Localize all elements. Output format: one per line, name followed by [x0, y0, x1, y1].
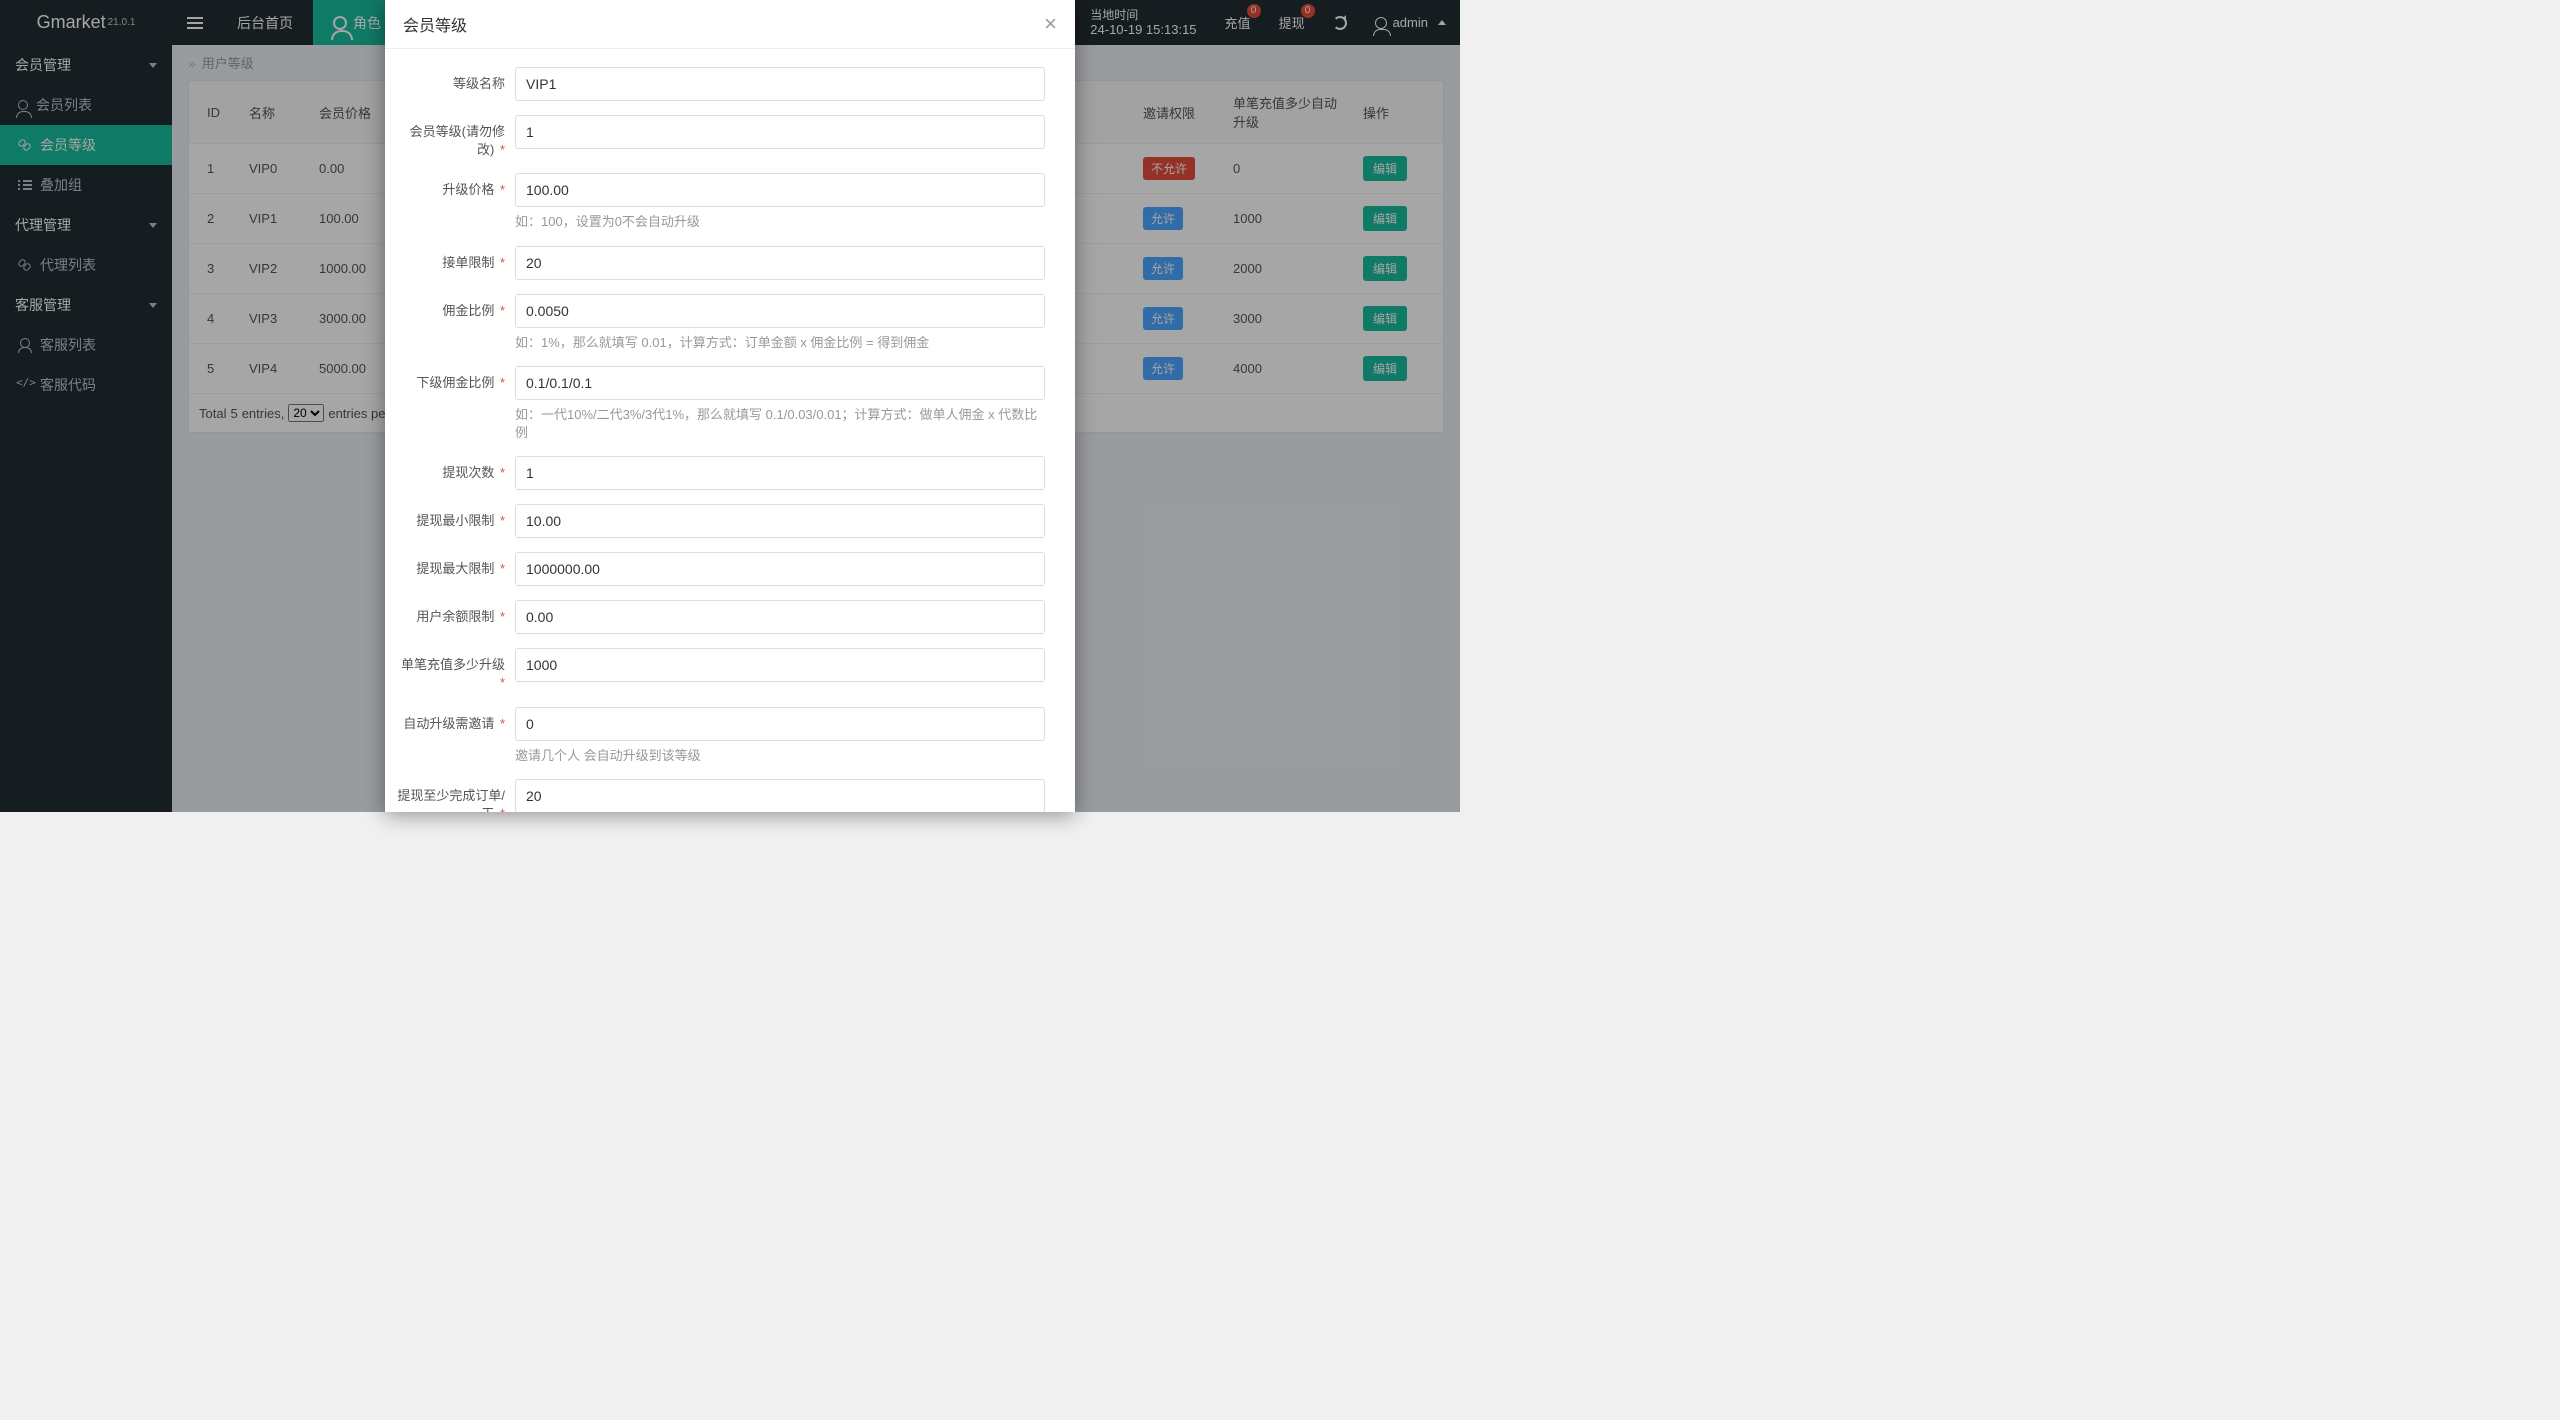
form-label: 接单限制 * — [395, 246, 515, 272]
form-field — [515, 504, 1045, 538]
form-row-subCommission: 下级佣金比例 *如：一代10%/二代3%/3代1%，那么就填写 0.1/0.03… — [395, 366, 1045, 442]
form-row-minOrderWithdraw: 提现至少完成订单/天 *提现需要完成 几笔订单才开提现 / 天 — [395, 779, 1045, 812]
form-label: 单笔充值多少升级 * — [395, 648, 515, 692]
input-withdrawMin[interactable] — [515, 504, 1045, 538]
form-row-memberLevel: 会员等级(请勿修改) * — [395, 115, 1045, 159]
form-row-autoUpInvite: 自动升级需邀请 *邀请几个人 会自动升级到该等级 — [395, 707, 1045, 765]
required-mark: * — [500, 142, 505, 157]
form-label: 提现最大限制 * — [395, 552, 515, 578]
modal-body: 等级名称会员等级(请勿修改) *升级价格 *如：100，设置为0不会自动升级接单… — [385, 49, 1075, 812]
form-field — [515, 456, 1045, 490]
form-row-levelName: 等级名称 — [395, 67, 1045, 101]
form-field: 如：一代10%/二代3%/3代1%，那么就填写 0.1/0.03/0.01；计算… — [515, 366, 1045, 442]
input-orderLimit[interactable] — [515, 246, 1045, 280]
form-row-withdrawMax: 提现最大限制 * — [395, 552, 1045, 586]
form-field — [515, 115, 1045, 149]
form-label: 佣金比例 * — [395, 294, 515, 320]
input-levelName[interactable] — [515, 67, 1045, 101]
form-row-withdrawCount: 提现次数 * — [395, 456, 1045, 490]
input-minOrderWithdraw[interactable] — [515, 779, 1045, 812]
input-memberLevel[interactable] — [515, 115, 1045, 149]
required-mark: * — [500, 375, 505, 390]
input-upgradePrice[interactable] — [515, 173, 1045, 207]
form-label: 会员等级(请勿修改) * — [395, 115, 515, 159]
form-row-withdrawMin: 提现最小限制 * — [395, 504, 1045, 538]
form-field — [515, 552, 1045, 586]
form-hint: 如：1%，那么就填写 0.01，计算方式：订单金额 x 佣金比例 = 得到佣金 — [515, 334, 1045, 352]
required-mark: * — [500, 561, 505, 576]
form-label: 自动升级需邀请 * — [395, 707, 515, 733]
form-row-autoUpgrade: 单笔充值多少升级 * — [395, 648, 1045, 692]
modal-close-button[interactable]: × — [1044, 13, 1057, 35]
form-field — [515, 246, 1045, 280]
required-mark: * — [500, 255, 505, 270]
input-balanceLimit[interactable] — [515, 600, 1045, 634]
form-field: 如：100，设置为0不会自动升级 — [515, 173, 1045, 231]
input-withdrawMax[interactable] — [515, 552, 1045, 586]
form-label: 等级名称 — [395, 67, 515, 93]
form-label: 下级佣金比例 * — [395, 366, 515, 392]
form-hint: 邀请几个人 会自动升级到该等级 — [515, 747, 1045, 765]
form-hint: 如：一代10%/二代3%/3代1%，那么就填写 0.1/0.03/0.01；计算… — [515, 406, 1045, 442]
modal-overlay[interactable]: 会员等级 × 等级名称会员等级(请勿修改) * 升级价格 *如：100，设置为0不… — [0, 0, 1460, 812]
required-mark: * — [500, 716, 505, 731]
required-mark: * — [500, 513, 505, 528]
form-label: 用户余额限制 * — [395, 600, 515, 626]
form-row-balanceLimit: 用户余额限制 * — [395, 600, 1045, 634]
form-field: 邀请几个人 会自动升级到该等级 — [515, 707, 1045, 765]
form-label: 提现至少完成订单/天 * — [395, 779, 515, 812]
form-field — [515, 648, 1045, 682]
form-row-commission: 佣金比例 *如：1%，那么就填写 0.01，计算方式：订单金额 x 佣金比例 =… — [395, 294, 1045, 352]
required-mark: * — [500, 806, 505, 812]
edit-level-modal: 会员等级 × 等级名称会员等级(请勿修改) * 升级价格 *如：100，设置为0不… — [385, 0, 1075, 812]
required-mark: * — [500, 465, 505, 480]
form-label: 升级价格 * — [395, 173, 515, 199]
required-mark: * — [500, 182, 505, 197]
required-mark: * — [500, 609, 505, 624]
form-field: 提现需要完成 几笔订单才开提现 / 天 — [515, 779, 1045, 812]
form-hint: 如：100，设置为0不会自动升级 — [515, 213, 1045, 231]
required-mark: * — [500, 675, 505, 690]
required-mark: * — [500, 303, 505, 318]
form-row-upgradePrice: 升级价格 *如：100，设置为0不会自动升级 — [395, 173, 1045, 231]
input-commission[interactable] — [515, 294, 1045, 328]
form-field — [515, 600, 1045, 634]
form-field: 如：1%，那么就填写 0.01，计算方式：订单金额 x 佣金比例 = 得到佣金 — [515, 294, 1045, 352]
input-autoUpInvite[interactable] — [515, 707, 1045, 741]
input-autoUpgrade[interactable] — [515, 648, 1045, 682]
form-label: 提现最小限制 * — [395, 504, 515, 530]
input-subCommission[interactable] — [515, 366, 1045, 400]
form-label: 提现次数 * — [395, 456, 515, 482]
form-row-orderLimit: 接单限制 * — [395, 246, 1045, 280]
form-field — [515, 67, 1045, 101]
modal-title: 会员等级 — [403, 12, 467, 36]
input-withdrawCount[interactable] — [515, 456, 1045, 490]
modal-header: 会员等级 × — [385, 0, 1075, 49]
